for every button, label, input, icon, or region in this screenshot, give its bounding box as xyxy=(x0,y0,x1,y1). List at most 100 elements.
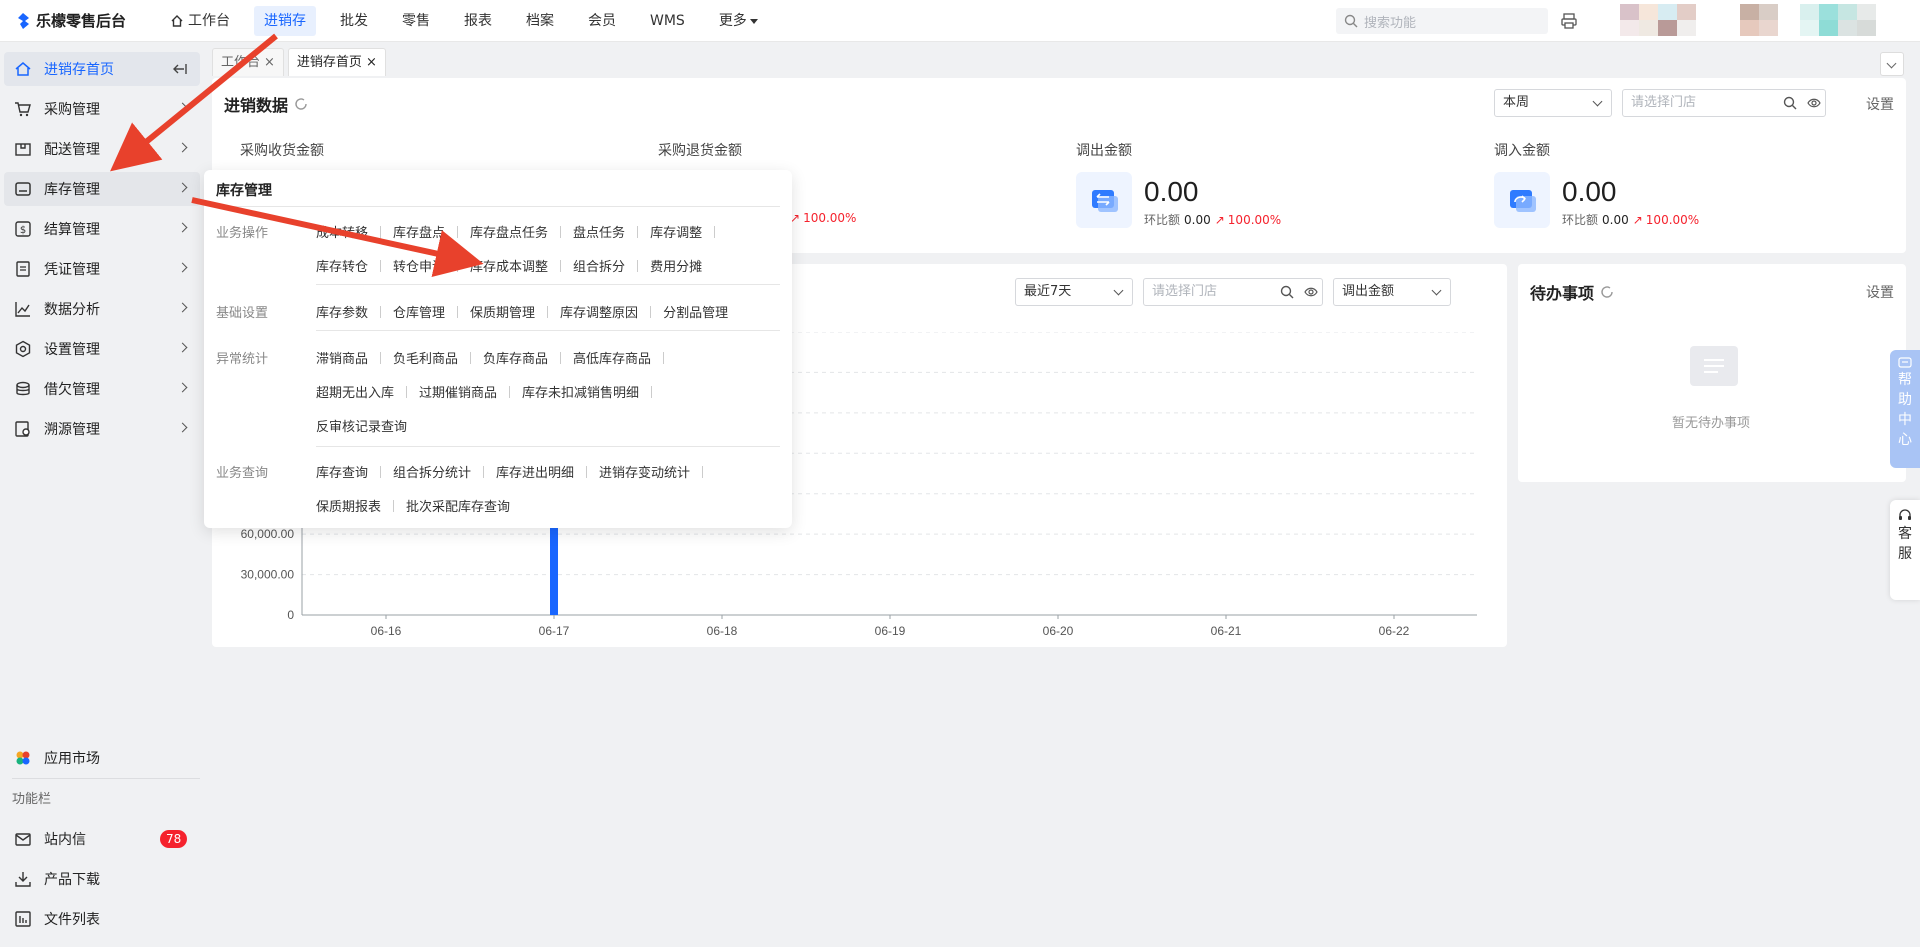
sidebar-item-settings[interactable]: 设置管理 xyxy=(4,332,200,366)
sidebar-item-debt[interactable]: 借欠管理 xyxy=(4,372,200,406)
customer-service-button[interactable]: 客 服 xyxy=(1890,500,1920,600)
menu-item-unaudit-records[interactable]: 反审核记录查询 xyxy=(316,416,407,435)
menu-item-negative-margin[interactable]: 负毛利商品 xyxy=(393,348,458,367)
menu-item-transfer-request[interactable]: 转仓申请 xyxy=(393,256,445,275)
menu-item-slow-moving[interactable]: 滞销商品 xyxy=(316,348,368,367)
nav-member[interactable]: 会员 xyxy=(578,6,626,36)
period-select[interactable]: 本周 xyxy=(1494,89,1612,117)
menu-item-unreduced-sales[interactable]: 库存未扣减销售明细 xyxy=(522,382,639,401)
search-placeholder: 搜索功能 xyxy=(1364,15,1417,31)
close-icon[interactable]: × xyxy=(366,55,377,70)
menu-item-stock-query[interactable]: 库存查询 xyxy=(316,462,368,481)
menu-item-shelf-life-report[interactable]: 保质期报表 xyxy=(316,496,381,515)
chevron-right-icon xyxy=(177,102,188,113)
sidebar-item-inventory-home[interactable]: 进销存首页 xyxy=(4,52,200,86)
menu-item-high-low-stock[interactable]: 高低库存商品 xyxy=(573,348,651,367)
menu-item-cut-goods-mgmt[interactable]: 分割品管理 xyxy=(663,302,728,321)
sidebar-item-downloads[interactable]: 产品下载 xyxy=(4,862,200,896)
menu-item-negative-stock[interactable]: 负库存商品 xyxy=(483,348,548,367)
refresh-icon[interactable] xyxy=(1600,285,1614,299)
menu-item-warehouse-mgmt[interactable]: 仓库管理 xyxy=(393,302,445,321)
cart-icon xyxy=(15,102,31,117)
menu-item-stock-adjust[interactable]: 库存调整 xyxy=(650,222,702,241)
sidebar-app-market[interactable]: 应用市场 xyxy=(4,741,200,775)
download-icon xyxy=(15,872,31,887)
store-placeholder: 请选择门店 xyxy=(1631,95,1697,110)
menu-item-expired-promo[interactable]: 过期催销商品 xyxy=(419,382,497,401)
store-select-input[interactable]: 请选择门店 xyxy=(1622,89,1826,117)
sidebar-item-voucher[interactable]: 凭证管理 xyxy=(4,252,200,286)
printer-icon[interactable] xyxy=(1560,12,1578,30)
user-avatar[interactable] xyxy=(1620,4,1696,36)
metric-ratio-transfer-out: 环比额 0.00 ↗ 100.00% xyxy=(1144,211,1281,228)
store-avatar[interactable] xyxy=(1740,4,1778,36)
help-center-button[interactable]: 帮 助 中 心 xyxy=(1890,350,1920,468)
menu-item-stock-params[interactable]: 库存参数 xyxy=(316,302,368,321)
menu-item-count-task[interactable]: 盘点任务 xyxy=(573,222,625,241)
menu-item-stocktake-task[interactable]: 库存盘点任务 xyxy=(470,222,548,241)
search-icon[interactable] xyxy=(1280,285,1294,299)
sidebar-item-purchase[interactable]: 采购管理 xyxy=(4,92,200,126)
search-icon[interactable] xyxy=(1783,96,1797,110)
separator xyxy=(663,351,665,364)
nav-label: 报表 xyxy=(464,13,492,29)
nav-inventory[interactable]: 进销存 xyxy=(254,6,316,36)
menu-item-psi-change-stats[interactable]: 进销存变动统计 xyxy=(599,462,690,481)
ratio-percent: 100.00% xyxy=(803,211,857,225)
menu-item-expense-allocation[interactable]: 费用分摊 xyxy=(650,256,702,275)
app-logo[interactable]: 乐檬零售后台 xyxy=(14,10,126,31)
top-nav: 工作台 进销存 批发 零售 报表 档案 会员 WMS 更多 xyxy=(160,6,782,36)
menu-item-no-movement[interactable]: 超期无出入库 xyxy=(316,382,394,401)
tab-inventory-home[interactable]: 进销存首页 × xyxy=(287,48,386,76)
eye-icon[interactable] xyxy=(1304,285,1318,299)
select-value: 调出金额 xyxy=(1342,284,1395,299)
account-avatar[interactable] xyxy=(1800,4,1876,36)
nav-archive[interactable]: 档案 xyxy=(516,6,564,36)
chevron-down-icon xyxy=(1431,285,1442,296)
menu-item-stock-transfer[interactable]: 库存转仓 xyxy=(316,256,368,275)
x-tick-label: 06-18 xyxy=(707,624,738,638)
separator xyxy=(393,499,395,512)
range-select[interactable]: 最近7天 xyxy=(1015,278,1133,306)
menu-item-stock-io-detail[interactable]: 库存进出明细 xyxy=(496,462,574,481)
refresh-icon[interactable] xyxy=(294,97,308,111)
ratio-percent: 100.00% xyxy=(1645,212,1700,227)
todo-empty-text: 暂无待办事项 xyxy=(1672,416,1751,431)
home-icon xyxy=(15,62,31,76)
sidebar-item-trace[interactable]: 溯源管理 xyxy=(4,412,200,446)
overview-settings-link[interactable]: 设置 xyxy=(1866,94,1894,114)
menu-item-stocktake[interactable]: 库存盘点 xyxy=(393,222,445,241)
sidebar-item-stock[interactable]: 库存管理 xyxy=(4,172,200,206)
tabs-dropdown-button[interactable] xyxy=(1880,52,1904,76)
sidebar-item-delivery[interactable]: 配送管理 xyxy=(4,132,200,166)
todo-settings-link[interactable]: 设置 xyxy=(1866,282,1894,302)
nav-wms[interactable]: WMS xyxy=(640,6,695,36)
menu-item-adjust-reason[interactable]: 库存调整原因 xyxy=(560,302,638,321)
menu-item-cost-transfer[interactable]: 成本转移 xyxy=(316,222,368,241)
menu-row: 库存查询 组合拆分统计 库存进出明细 进销存变动统计 xyxy=(316,462,715,481)
menu-item-combo-split-stats[interactable]: 组合拆分统计 xyxy=(393,462,471,481)
menu-item-batch-stock-query[interactable]: 批次采配库存查询 xyxy=(406,496,510,515)
x-tick-label: 06-16 xyxy=(371,624,402,638)
nav-wholesale[interactable]: 批发 xyxy=(330,6,378,36)
trace-icon xyxy=(15,421,30,437)
nav-more[interactable]: 更多 xyxy=(709,6,768,36)
menu-item-shelf-life-mgmt[interactable]: 保质期管理 xyxy=(470,302,535,321)
sidebar-item-settlement[interactable]: $ 结算管理 xyxy=(4,212,200,246)
trend-store-select-input[interactable]: 请选择门店 xyxy=(1143,278,1323,306)
todo-title: 待办事项 xyxy=(1530,280,1614,304)
menu-item-cost-adjust[interactable]: 库存成本调整 xyxy=(470,256,548,275)
nav-reports[interactable]: 报表 xyxy=(454,6,502,36)
file-list-icon xyxy=(15,911,31,927)
close-icon[interactable]: × xyxy=(264,55,275,70)
sidebar-item-files[interactable]: 文件列表 xyxy=(4,902,200,936)
metric-select[interactable]: 调出金额 xyxy=(1333,278,1451,306)
sidebar-item-analytics[interactable]: 数据分析 xyxy=(4,292,200,326)
nav-retail[interactable]: 零售 xyxy=(392,6,440,36)
function-search-input[interactable]: 搜索功能 xyxy=(1336,8,1548,34)
collapse-sidebar-icon[interactable] xyxy=(172,62,188,76)
eye-icon[interactable] xyxy=(1807,96,1821,110)
nav-workbench[interactable]: 工作台 xyxy=(160,6,240,36)
menu-item-combo-split[interactable]: 组合拆分 xyxy=(573,256,625,275)
tab-workbench[interactable]: 工作台 × xyxy=(212,48,284,76)
